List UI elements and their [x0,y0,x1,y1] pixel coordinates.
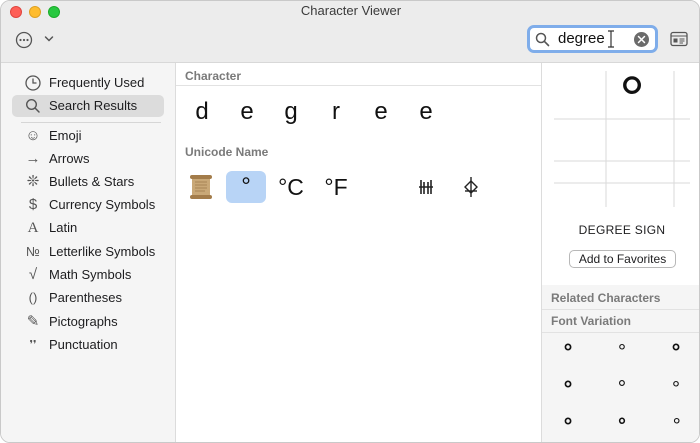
sidebar-item-label: Letterlike Symbols [49,244,156,259]
font-variation-header[interactable]: Font Variation [551,314,631,328]
sidebar-item-letterlike-symbols[interactable]: № Letterlike Symbols [12,241,164,263]
section-divider [176,85,541,86]
character-grid: Character d e g r e e Unicode Name ° °C … [176,63,541,442]
search-field[interactable]: degree [527,25,658,53]
numero-icon: № [26,244,40,259]
scroll-emoji-icon [190,175,212,199]
title-bar: Character Viewer degree [1,1,699,63]
sidebar-item-label: Emoji [49,128,82,143]
related-characters-header[interactable]: Related Characters [551,291,660,305]
font-variation-cell[interactable]: ° [661,414,691,438]
character-section-header: Character [185,69,242,83]
sidebar-item-label: Pictographs [49,314,118,329]
char-cell[interactable]: g [271,96,311,128]
sidebar-item-frequently-used[interactable]: Frequently Used [12,72,164,94]
sidebar-item-search-results[interactable]: Search Results [12,95,164,117]
sidebar-item-label: Parentheses [49,290,122,305]
sidebar-item-pictographs[interactable]: ✎ Pictographs [12,311,164,333]
sidebar-item-label: Frequently Used [49,75,145,90]
clear-circle-icon[interactable] [634,32,649,47]
unicode-result-cell-empty[interactable] [361,171,401,203]
category-sidebar: Frequently Used Search Results ☺ Emoji →… [1,63,176,442]
text-cursor-icon [608,30,614,48]
sidebar-item-emoji[interactable]: ☺ Emoji [12,125,164,147]
add-to-favorites-button[interactable]: Add to Favorites [569,250,676,268]
unicode-result-cell[interactable]: °C [271,171,311,203]
sidebar-item-punctuation[interactable]: ❜❜ Punctuation [12,334,164,356]
arrow-icon: → [25,150,41,167]
parentheses-icon: () [28,290,38,305]
glyph-name: DEGREE SIGN [578,223,666,237]
unicode-result-cell[interactable] [181,171,221,203]
window-title: Character Viewer [300,3,402,18]
sidebar-item-label: Arrows [49,151,90,166]
sidebar-item-math-symbols[interactable]: √ Math Symbols [12,264,164,286]
search-input-value[interactable]: degree [558,30,605,47]
unicode-result-cell-degree[interactable]: ° [226,171,266,203]
sidebar-item-label: Latin [49,220,78,235]
search-icon [25,98,40,113]
unicode-result-cell[interactable] [406,171,446,203]
char-cell[interactable]: e [227,96,267,128]
font-variation-cell[interactable]: ° [607,414,637,438]
unicode-name-section-header: Unicode Name [185,145,269,159]
sidebar-item-latin[interactable]: A Latin [12,217,164,239]
chevron-down-icon[interactable] [43,33,55,45]
clock-icon [25,75,41,91]
char-cell[interactable]: r [316,96,356,128]
smiley-icon: ☺ [25,127,41,144]
font-variation-cell[interactable]: ° [553,414,583,438]
char-cell[interactable]: e [406,96,446,128]
section-divider [542,309,699,310]
sidebar-divider [21,122,161,123]
dollar-icon: $ [28,196,38,213]
sqrt-icon: √ [28,266,38,283]
sidebar-item-currency-symbols[interactable]: $ Currency Symbols [12,194,164,216]
font-variation-cell[interactable]: ° [661,340,691,364]
char-cell[interactable]: e [361,96,401,128]
sidebar-item-arrows[interactable]: → Arrows [12,148,164,170]
comma-quote-icon: ❜❜ [29,339,37,351]
ellipsis-circle-icon[interactable] [15,31,33,49]
hieroglyph-icon [419,180,433,194]
pencil-icon: ✎ [26,313,40,330]
unicode-result-cell[interactable]: °F [316,171,356,203]
glyph-preview-char: ° [619,71,645,135]
sidebar-item-parentheses[interactable]: () Parentheses [12,287,164,309]
section-divider [542,332,699,333]
latin-a-icon: A [27,220,39,236]
compass-like-icon [464,177,478,197]
character-viewer-window: Character Viewer degree Frequently Used … [0,0,700,443]
magnifier-icon [535,32,550,47]
font-variation-cell[interactable]: ° [661,377,691,401]
unicode-result-cell[interactable] [451,171,491,203]
sidebar-item-label: Bullets & Stars [49,174,135,189]
glyph-preview: ° [554,71,690,207]
font-variation-cell[interactable]: ° [607,377,637,401]
sidebar-item-bullets-stars[interactable]: ❊ Bullets & Stars [12,171,164,193]
font-variation-cell[interactable]: ° [607,340,637,364]
asterisk-icon: ❊ [26,173,40,190]
font-variation-cell[interactable]: ° [553,340,583,364]
inspector-panel: ° DEGREE SIGN Add to Favorites Related C… [541,63,699,442]
sidebar-item-label: Currency Symbols [49,197,156,212]
font-variation-cell[interactable]: ° [553,377,583,401]
char-cell[interactable]: d [182,96,222,128]
sidebar-item-label: Math Symbols [49,267,132,282]
keyboard-card-icon[interactable] [670,31,688,47]
sidebar-item-label: Punctuation [49,337,118,352]
sidebar-item-label: Search Results [49,98,138,113]
